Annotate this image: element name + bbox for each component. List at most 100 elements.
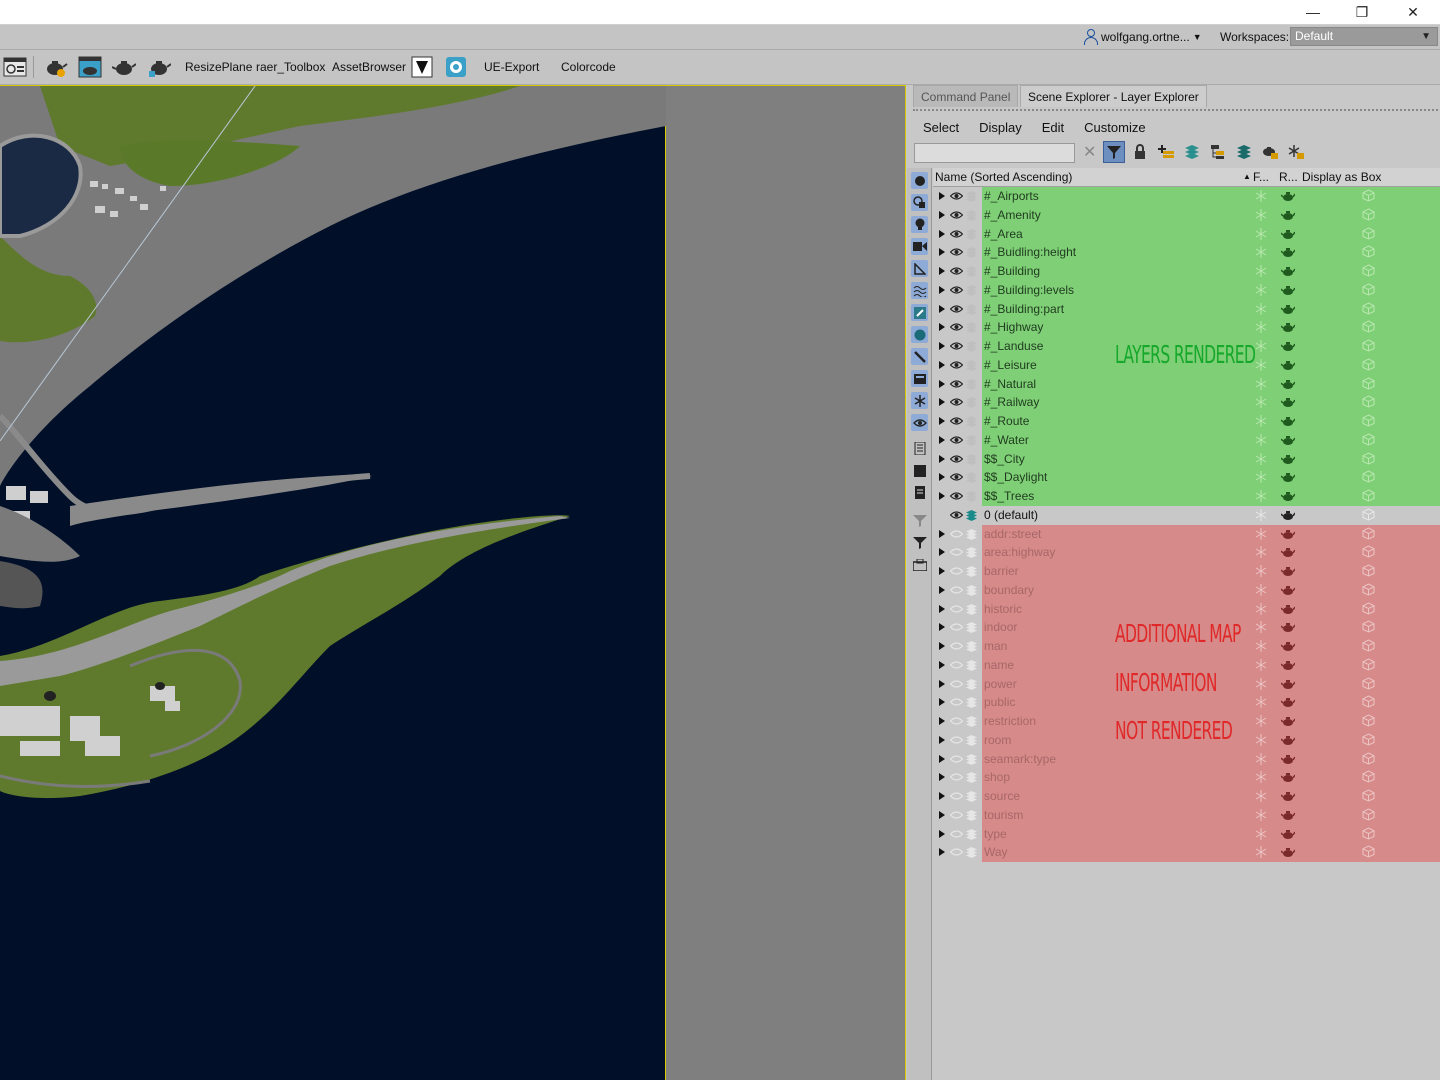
layer-name[interactable]: #_Building:part [984, 302, 1064, 316]
freeze-icon[interactable] [1255, 752, 1267, 765]
layer-row[interactable]: 0 (default) [933, 505, 1440, 525]
layer-name[interactable]: #_Leisure [984, 358, 1037, 372]
display-as-box-icon[interactable] [1362, 451, 1375, 465]
display-as-box-icon[interactable] [1362, 733, 1375, 746]
layer-name[interactable]: 0 (default) [984, 508, 1038, 522]
search-input[interactable] [914, 143, 1075, 163]
layer-row[interactable]: source [933, 787, 1440, 806]
renderable-teapot-icon[interactable] [1280, 209, 1296, 221]
renderable-teapot-icon[interactable] [1280, 490, 1296, 502]
freeze-icon[interactable] [1255, 640, 1267, 652]
expand-arrow-icon[interactable] [939, 210, 945, 219]
freeze-icon[interactable] [1255, 696, 1267, 709]
renderable-teapot-icon[interactable] [1280, 340, 1296, 352]
teapot-active-shade-icon[interactable] [147, 55, 172, 79]
layer-name[interactable]: tourism [984, 808, 1023, 822]
layer-stack-icon[interactable] [965, 471, 978, 484]
layer-name[interactable]: #_Natural [984, 377, 1036, 391]
camera-filter-icon[interactable] [911, 238, 928, 255]
layer-row[interactable]: type [933, 824, 1440, 844]
expand-arrow-icon[interactable] [939, 810, 945, 819]
eye-hidden-icon[interactable] [949, 846, 964, 858]
layer-stack-icon[interactable] [965, 846, 978, 859]
layer-row[interactable]: #_Building:part [933, 299, 1440, 319]
freeze-icon[interactable] [1255, 846, 1267, 859]
renderable-teapot-icon[interactable] [1280, 453, 1296, 465]
eye-hidden-icon[interactable] [949, 753, 964, 765]
eye-hidden-icon[interactable] [949, 584, 964, 596]
display-as-box-icon[interactable] [1362, 808, 1375, 821]
renderable-teapot-icon[interactable] [1280, 415, 1296, 427]
layer-name[interactable]: boundary [984, 583, 1034, 597]
layer-name[interactable]: $$_Trees [984, 489, 1034, 503]
freeze-icon[interactable] [1255, 377, 1267, 390]
expand-arrow-icon[interactable] [939, 342, 945, 350]
expand-arrow-icon[interactable] [939, 623, 945, 632]
expand-arrow-icon[interactable] [939, 267, 945, 275]
expand-arrow-icon[interactable] [939, 304, 945, 313]
layer-name[interactable]: #_Route [984, 414, 1029, 428]
expand-arrow-icon[interactable] [939, 717, 945, 725]
layer-row[interactable]: #_Water [933, 430, 1440, 450]
display-as-box-icon[interactable] [1362, 676, 1375, 690]
column-freeze[interactable]: F... [1253, 170, 1269, 184]
layer-row[interactable]: $$_City [933, 449, 1440, 469]
layer-row[interactable]: #_Building [933, 262, 1440, 281]
layer-stack-icon[interactable] [965, 528, 978, 541]
shapes-filter-icon[interactable] [911, 194, 928, 211]
layer-name[interactable]: #_Highway [984, 320, 1043, 334]
freeze-icon[interactable] [1255, 546, 1267, 559]
freeze-icon[interactable] [1255, 396, 1267, 409]
layer-stack-icon[interactable] [965, 209, 978, 222]
group-filter-icon[interactable] [911, 304, 928, 321]
layer-row[interactable]: #_Natural [933, 374, 1440, 394]
container-filter-icon[interactable] [911, 370, 928, 387]
tab-command-panel[interactable]: Command Panel [913, 85, 1019, 107]
renderable-teapot-icon[interactable] [1280, 303, 1296, 315]
freeze-icon[interactable] [1255, 790, 1267, 802]
display-as-box-icon[interactable] [1362, 845, 1375, 858]
display-as-box-icon[interactable] [1362, 376, 1375, 390]
layer-name[interactable]: barrier [984, 564, 1019, 578]
layer-stack-icon[interactable] [965, 828, 978, 841]
list-filter-icon[interactable] [911, 484, 928, 501]
display-as-box-icon[interactable] [1362, 658, 1375, 671]
layer-stack-icon[interactable] [965, 809, 978, 822]
expand-arrow-icon[interactable] [939, 585, 945, 594]
document-filter-icon[interactable] [911, 440, 928, 457]
layer-row[interactable]: #_Highway [933, 318, 1440, 337]
renderable-teapot-icon[interactable] [1280, 246, 1296, 258]
freeze-icon[interactable] [1255, 340, 1267, 352]
layer-stack-icon[interactable] [965, 790, 978, 803]
renderable-teapot-icon[interactable] [1280, 696, 1296, 708]
layer-stack-icon[interactable] [965, 659, 978, 672]
expand-arrow-icon[interactable] [939, 829, 945, 838]
workspace-select[interactable]: Default ▼ [1290, 27, 1438, 46]
expand-arrow-icon[interactable] [939, 642, 945, 650]
freeze-icon[interactable] [1255, 602, 1267, 615]
eye-hidden-icon[interactable] [949, 528, 964, 540]
hidden-filter-icon[interactable] [911, 414, 928, 431]
layer-name[interactable]: indoor [984, 620, 1017, 634]
freeze-icon[interactable] [1255, 677, 1267, 690]
layer-name[interactable]: seamark:type [984, 752, 1056, 766]
layer-row[interactable]: addr:street [933, 524, 1440, 544]
display-as-box-icon[interactable] [1362, 226, 1375, 240]
renderable-teapot-icon[interactable] [1280, 565, 1296, 577]
layer-stack-icon[interactable] [965, 715, 978, 728]
eye-visible-icon[interactable] [949, 340, 964, 352]
tab-scene-explorer[interactable]: Scene Explorer - Layer Explorer [1020, 85, 1207, 107]
layers-icon[interactable] [1233, 141, 1255, 163]
eye-visible-icon[interactable] [949, 321, 964, 333]
freeze-icon[interactable] [1255, 508, 1267, 521]
layer-name[interactable]: shop [984, 770, 1010, 784]
eye-hidden-icon[interactable] [949, 659, 964, 671]
clear-search-icon[interactable]: ✕ [1083, 143, 1099, 163]
geometry-filter-icon[interactable] [911, 172, 928, 189]
layer-stack-icon[interactable] [965, 490, 978, 503]
renderable-teapot-icon[interactable] [1280, 790, 1296, 802]
filter-selected-icon[interactable] [1103, 141, 1125, 163]
display-as-box-icon[interactable] [1362, 208, 1375, 221]
renderable-teapot-icon[interactable] [1280, 190, 1296, 202]
eye-hidden-icon[interactable] [949, 771, 964, 783]
